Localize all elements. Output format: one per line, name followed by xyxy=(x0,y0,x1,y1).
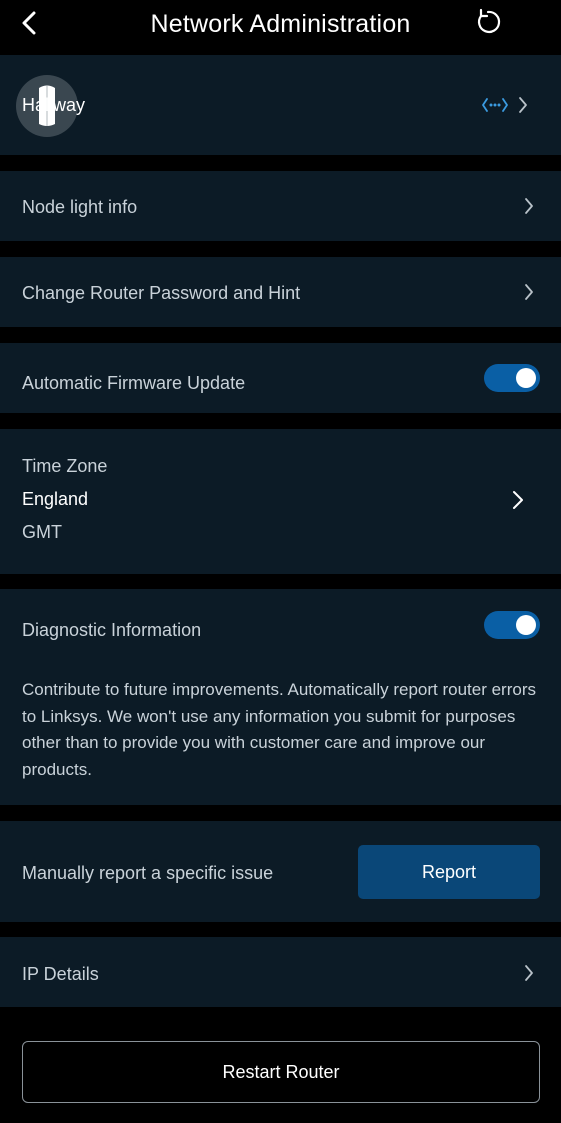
change-password-label: Change Router Password and Hint xyxy=(22,283,301,303)
node-card[interactable]: Hallway xyxy=(0,55,561,155)
time-zone-abbr: GMT xyxy=(22,522,62,542)
firmware-update-row: Automatic Firmware Update xyxy=(0,343,561,413)
page-title: Network Administration xyxy=(150,9,411,38)
toggle-knob xyxy=(516,615,536,635)
restart-router-button[interactable]: Restart Router xyxy=(22,1041,540,1103)
time-zone-label: Time Zone xyxy=(22,456,108,476)
report-issue-label: Manually report a specific issue xyxy=(22,863,274,883)
refresh-icon xyxy=(478,8,501,33)
back-button[interactable] xyxy=(14,8,44,38)
ip-details-label: IP Details xyxy=(22,964,99,984)
node-light-info-label: Node light info xyxy=(22,197,138,217)
diagnostic-info-label: Diagnostic Information xyxy=(22,620,202,640)
header-bar: Network Administration xyxy=(0,0,561,48)
chevron-right-icon xyxy=(522,963,536,983)
time-zone-row[interactable]: Time Zone England GMT xyxy=(0,429,561,574)
report-button[interactable]: Report xyxy=(358,845,540,899)
firmware-update-label: Automatic Firmware Update xyxy=(22,373,246,393)
node-light-info-row[interactable]: Node light info xyxy=(0,171,561,241)
chevron-left-icon xyxy=(22,11,36,35)
chevron-right-icon xyxy=(516,95,530,115)
firmware-update-toggle[interactable] xyxy=(484,364,540,392)
toggle-knob xyxy=(516,368,536,388)
refresh-button[interactable] xyxy=(472,6,504,38)
report-issue-row: Manually report a specific issue Report xyxy=(0,821,561,922)
chevron-right-icon xyxy=(511,490,525,510)
diagnostic-info-toggle[interactable] xyxy=(484,611,540,639)
diagnostic-description: Contribute to future improvements. Autom… xyxy=(22,680,536,779)
ip-details-row[interactable]: IP Details xyxy=(0,937,561,1007)
chevron-right-icon xyxy=(522,282,536,302)
node-name: Hallway xyxy=(22,95,86,115)
diagnostic-info-section: Diagnostic Information Contribute to fut… xyxy=(0,589,561,805)
change-password-row[interactable]: Change Router Password and Hint xyxy=(0,257,561,327)
time-zone-region: England xyxy=(22,489,89,509)
chevron-right-icon xyxy=(522,196,536,216)
connection-status-icon xyxy=(482,98,508,112)
